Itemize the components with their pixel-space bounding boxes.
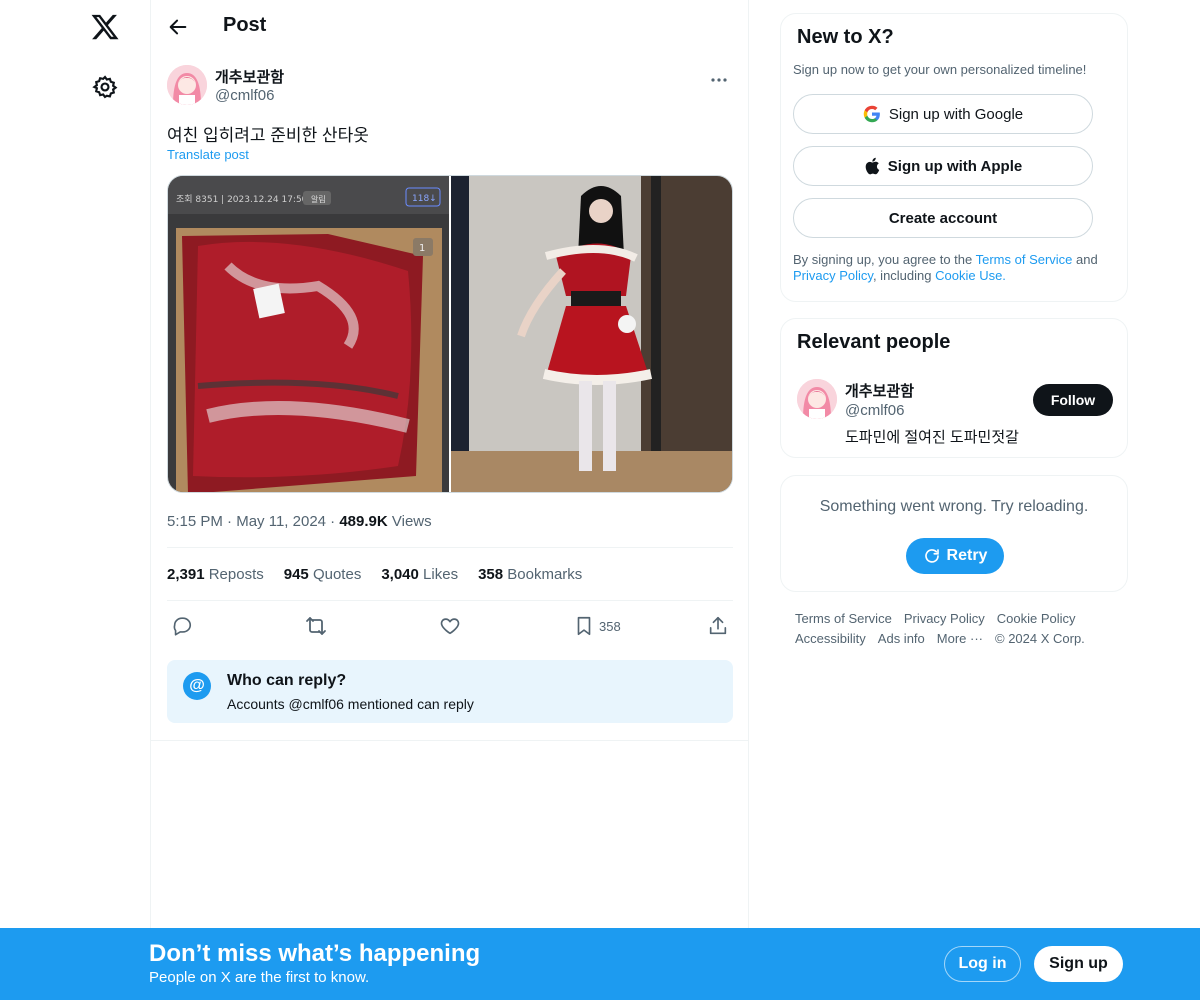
more-options-icon[interactable] [709,70,729,90]
bookmarks-stat[interactable]: 358 Bookmarks [478,566,582,583]
footer-terms-link[interactable]: Terms of Service [795,611,892,626]
trends-error-card: Something went wrong. Try reloading. Ret… [780,475,1128,592]
quotes-stat[interactable]: 945 Quotes [284,566,362,583]
author-name[interactable]: 개추보관함 [215,66,284,87]
at-sign-icon: @ [183,672,211,700]
follow-button[interactable]: Follow [1033,384,1113,416]
views-count: 489.9K [339,513,388,530]
signup-legal: By signing up, you agree to the Terms of… [793,252,1098,283]
post-author: 개추보관함 @cmlf06 [167,64,733,108]
bookmark-count: 358 [599,618,621,634]
views-label: Views [391,513,432,530]
banner-subtitle: People on X are the first to know. [149,969,370,986]
create-account-button[interactable]: Create account [793,198,1093,238]
share-icon [709,616,727,635]
translate-post-link[interactable]: Translate post [167,147,249,162]
bookmark-button[interactable]: 358 [573,614,621,638]
reply-icon [173,617,192,636]
overlay-views-line: 조회 8351 | 2023.12.24 17:50 [176,194,308,205]
divider [167,600,733,601]
divider [151,740,749,741]
signup-card: New to X? Sign up now to get your own pe… [780,13,1128,302]
signup-google-label: Sign up with Google [888,105,1024,123]
signup-apple-label: Sign up with Apple [887,157,1023,175]
media-image-package[interactable]: 조회 8351 | 2023.12.24 17:50 알림 118↓ 1 [168,176,449,492]
who-can-reply-subtitle: Accounts @cmlf06 mentioned can reply [227,696,474,712]
bookmark-icon [577,616,591,636]
repost-button[interactable] [304,614,328,638]
who-can-reply-title: Who can reply? [227,672,347,689]
reply-button[interactable] [171,614,193,638]
post-stats: 2,391 Reposts 945 Quotes 3,040 Likes 358… [167,566,582,583]
author-handle[interactable]: @cmlf06 [215,87,274,104]
banner-title: Don’t miss what’s happening [149,940,481,967]
reposts-stat[interactable]: 2,391 Reposts [167,566,264,583]
share-button[interactable] [707,614,729,638]
person-name[interactable]: 개추보관함 [845,380,914,401]
gear-icon[interactable] [92,74,118,100]
repost-icon [306,617,326,635]
overlay-page-number: 1 [419,243,425,254]
refresh-icon [924,549,939,563]
left-nav [0,0,150,1000]
who-can-reply-box: @ Who can reply? Accounts @cmlf06 mentio… [167,660,733,723]
person-bio: 도파민에 절여진 도파민젓갈 [845,429,1019,446]
footer-accessibility-link[interactable]: Accessibility [795,631,866,646]
page-title: Post [223,14,267,36]
error-message: Something went wrong. Try reloading. [819,498,1089,515]
signup-apple-button[interactable]: Sign up with Apple [793,146,1093,186]
signup-title: New to X? [797,26,894,48]
signup-google-button[interactable]: Sign up with Google [793,94,1093,134]
person-handle[interactable]: @cmlf06 [845,402,904,419]
apple-icon [865,157,880,175]
media-image-outfit[interactable] [451,176,732,492]
signup-subtitle: Sign up now to get your own personalized… [793,62,1087,77]
footer-copyright: © 2024 X Corp. [995,631,1085,646]
login-button[interactable]: Log in [944,946,1021,982]
signup-banner: Don’t miss what’s happening People on X … [0,928,1200,1000]
post-actions: 358 [167,612,733,640]
cookie-link[interactable]: Cookie Use. [935,268,1006,283]
meta-separator: · [227,513,237,530]
post-text: 여친 입히려고 준비한 산타옷 [167,126,369,145]
google-icon [863,105,880,123]
overlay-badge: 118↓ [412,194,437,204]
avatar[interactable] [797,379,837,419]
terms-link[interactable]: Terms of Service [976,252,1073,267]
footer-links: Terms of Service Privacy Policy Cookie Pol… [795,609,1115,649]
create-account-label: Create account [888,209,998,227]
back-arrow-icon[interactable] [167,16,189,38]
footer-cookie-link[interactable]: Cookie Policy [997,611,1076,626]
privacy-link[interactable]: Privacy Policy [793,268,873,283]
post-time[interactable]: 5:15 PM [167,513,223,530]
like-button[interactable] [439,614,461,638]
divider [167,547,733,548]
heart-icon [440,618,460,635]
footer-privacy-link[interactable]: Privacy Policy [904,611,985,626]
meta-separator: · [330,513,340,530]
post-meta: 5:15 PM · May 11, 2024 · 489.9K Views [167,513,432,530]
x-logo-icon[interactable] [90,12,120,42]
avatar[interactable] [167,65,207,105]
relevant-people-card: Relevant people 개추보관함 @cmlf06 도파민에 절여진 도… [780,318,1128,458]
footer-ads-link[interactable]: Ads info [878,631,925,646]
post-date[interactable]: May 11, 2024 [236,513,326,530]
relevant-people-title: Relevant people [797,331,951,353]
page-header: Post [151,0,749,54]
main-column: Post 개추보관함 @cmlf06 여친 입히려고 준비한 산타옷 Trans… [150,0,749,1000]
signup-button[interactable]: Sign up [1034,946,1123,982]
likes-stat[interactable]: 3,040 Likes [381,566,458,583]
retry-button[interactable]: Retry [906,538,1004,574]
footer-more-link[interactable]: More ··· [937,631,983,646]
overlay-notify: 알림 [311,194,326,204]
post-media: 조회 8351 | 2023.12.24 17:50 알림 118↓ 1 [167,175,733,493]
retry-label: Retry [946,547,988,564]
